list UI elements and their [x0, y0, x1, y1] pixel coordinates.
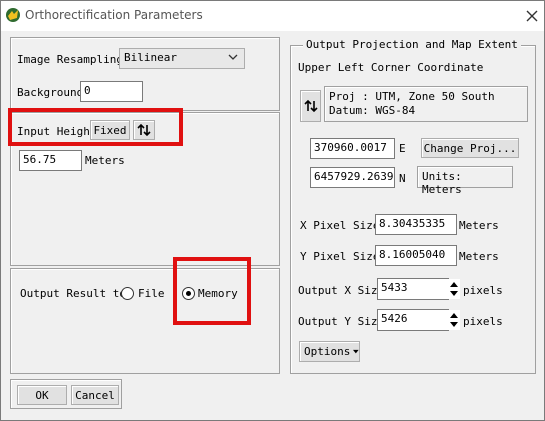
file-radio-label[interactable]: File	[138, 287, 165, 300]
options-label: Options	[304, 345, 351, 358]
output-x-unit-label: pixels	[463, 284, 503, 297]
output-y-size-input[interactable]: 5426	[377, 309, 449, 331]
datum-name: Datum: WGS-84	[329, 104, 416, 117]
resampling-value: Bilinear	[124, 51, 177, 64]
output-y-size-label: Output Y Size	[298, 315, 385, 328]
y-pixel-unit-label: Meters	[459, 250, 499, 263]
output-projection-title: Output Projection and Map Extent	[303, 38, 521, 51]
close-icon[interactable]	[523, 7, 541, 25]
window-title: Orthorectification Parameters	[25, 8, 203, 22]
title-bar[interactable]: Orthorectification Parameters	[1, 1, 544, 31]
resampling-select[interactable]: Bilinear	[119, 48, 245, 69]
output-y-unit-label: pixels	[463, 315, 503, 328]
orthorectification-dialog: Orthorectification Parameters Image Resa…	[0, 0, 545, 421]
output-x-size-input[interactable]: 5433	[377, 278, 449, 300]
units-label: Units: Meters	[422, 170, 462, 196]
x-pixel-size-input[interactable]: 8.30435335	[375, 214, 457, 235]
cancel-button[interactable]: Cancel	[71, 385, 119, 405]
dropdown-arrow-icon	[353, 349, 359, 353]
memory-option-highlight	[173, 257, 251, 325]
y-pixel-size-input[interactable]: 8.16005040	[375, 245, 457, 266]
height-value-input[interactable]: 56.75	[19, 150, 82, 171]
x-pixel-unit-label: Meters	[459, 219, 499, 232]
background-label: Background	[17, 86, 84, 99]
output-x-size-label: Output X Size	[298, 284, 385, 297]
swap-coordinates-button[interactable]	[300, 90, 321, 122]
output-y-size-spinner[interactable]	[448, 310, 460, 330]
height-unit-label: Meters	[85, 154, 125, 167]
envi-app-icon	[6, 8, 20, 22]
input-height-highlight	[8, 108, 183, 146]
output-x-size-spinner[interactable]	[448, 279, 460, 299]
projection-name: Proj : UTM, Zone 50 South	[329, 90, 495, 103]
file-radio[interactable]	[121, 287, 134, 300]
resampling-panel: Image Resampling Bilinear Background 0	[10, 37, 280, 111]
chevron-down-icon	[228, 54, 238, 60]
options-button[interactable]: Options	[299, 341, 360, 362]
easting-input[interactable]: 370960.0017	[310, 138, 395, 159]
projection-info-box: Proj : UTM, Zone 50 South Datum: WGS-84	[324, 86, 528, 122]
change-proj-button[interactable]: Change Proj...	[421, 138, 519, 158]
footer-button-group: OK Cancel	[10, 379, 122, 409]
output-projection-group: Output Projection and Map Extent Upper L…	[290, 38, 536, 374]
output-result-label: Output Result to	[20, 287, 126, 300]
northing-unit-label: N	[399, 172, 406, 185]
spinner-arrows-icon	[450, 313, 458, 327]
upper-left-corner-label: Upper Left Corner Coordinate	[298, 61, 484, 74]
y-pixel-size-label: Y Pixel Size	[300, 250, 380, 263]
ok-button[interactable]: OK	[17, 385, 67, 405]
background-input[interactable]: 0	[80, 81, 143, 102]
northing-input[interactable]: 6457929.2639	[310, 167, 395, 188]
easting-unit-label: E	[399, 142, 406, 155]
units-box: Units: Meters	[417, 166, 513, 196]
swap-arrows-icon	[303, 99, 318, 113]
x-pixel-size-label: X Pixel Size	[300, 219, 380, 232]
spinner-arrows-icon	[450, 282, 458, 296]
image-resampling-label: Image Resampling	[17, 53, 123, 66]
